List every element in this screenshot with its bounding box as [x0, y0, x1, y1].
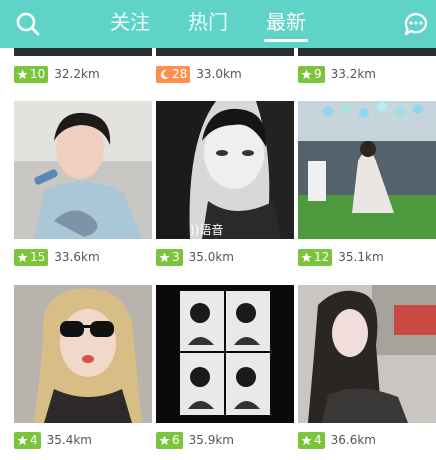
- star-icon: [301, 252, 312, 262]
- card-meta: 4 35.4km: [14, 430, 92, 450]
- card-meta: 3 35.0km: [156, 247, 234, 267]
- star-icon: [17, 69, 28, 79]
- voice-overlay-text: ))语音: [190, 223, 224, 237]
- photo-thumbnail[interactable]: [298, 101, 436, 239]
- badge-count: 4: [314, 433, 322, 447]
- star-icon: [17, 252, 28, 262]
- photo-thumbnail[interactable]: [156, 48, 294, 56]
- search-icon[interactable]: [14, 10, 42, 38]
- rating-badge: 4: [14, 431, 41, 449]
- portrait-photo: [156, 101, 294, 239]
- rating-badge: 3: [156, 248, 183, 266]
- distance-label: 35.4km: [46, 433, 92, 447]
- wedding-photo: [298, 101, 436, 239]
- photo-thumbnail[interactable]: [14, 101, 152, 239]
- rating-badge: 28: [156, 65, 191, 83]
- card-meta: 9 33.2km: [298, 64, 376, 84]
- distance-label: 32.2km: [54, 67, 100, 81]
- badge-count: 6: [172, 433, 180, 447]
- card-meta: 10 32.2km: [14, 64, 100, 84]
- star-icon: [301, 69, 312, 79]
- distance-label: 35.9km: [188, 433, 234, 447]
- card-meta: 4 36.6km: [298, 430, 376, 450]
- tab-bar: 关注 热门 最新: [108, 8, 308, 42]
- distance-label: 33.0km: [196, 67, 242, 81]
- star-icon: [301, 435, 312, 445]
- portrait-photo: [14, 101, 152, 239]
- star-icon: [159, 435, 170, 445]
- tab-hot[interactable]: 热门: [186, 8, 230, 36]
- badge-count: 15: [30, 250, 46, 264]
- star-icon: [17, 435, 28, 445]
- distance-label: 33.6km: [54, 250, 100, 264]
- photo-thumbnail[interactable]: [14, 48, 152, 56]
- photo-thumbnail[interactable]: [298, 48, 436, 56]
- badge-count: 12: [314, 250, 330, 264]
- badge-count: 10: [30, 67, 46, 81]
- badge-count: 4: [30, 433, 38, 447]
- photo-thumbnail[interactable]: [156, 285, 294, 423]
- photo-thumbnail[interactable]: [14, 285, 152, 423]
- distance-label: 35.0km: [188, 250, 234, 264]
- rating-badge: 9: [298, 65, 325, 83]
- card-meta: 28 33.0km: [156, 64, 242, 84]
- card-meta: 12 35.1km: [298, 247, 384, 267]
- tab-latest[interactable]: 最新: [264, 8, 308, 42]
- rating-badge: 6: [156, 431, 183, 449]
- star-icon: [159, 252, 170, 262]
- distance-label: 35.1km: [338, 250, 384, 264]
- photo-thumbnail[interactable]: ))语音: [156, 101, 294, 239]
- card-meta: 15 33.6km: [14, 247, 100, 267]
- portrait-photo: [14, 285, 152, 423]
- rating-badge: 4: [298, 431, 325, 449]
- distance-label: 36.6km: [330, 433, 376, 447]
- card-meta: 6 35.9km: [156, 430, 234, 450]
- rating-badge: 10: [14, 65, 49, 83]
- rating-badge: 12: [298, 248, 333, 266]
- rating-badge: 15: [14, 248, 49, 266]
- chat-bubble-icon[interactable]: [402, 10, 430, 38]
- badge-count: 28: [172, 67, 188, 81]
- distance-label: 33.2km: [330, 67, 376, 81]
- portrait-photo: [298, 285, 436, 423]
- badge-count: 3: [172, 250, 180, 264]
- moon-icon: [160, 69, 169, 79]
- tab-follow[interactable]: 关注: [108, 8, 152, 36]
- badge-count: 9: [314, 67, 322, 81]
- photo-grid: [156, 285, 294, 423]
- top-nav-bar: 关注 热门 最新: [0, 0, 436, 48]
- photo-thumbnail[interactable]: [298, 285, 436, 423]
